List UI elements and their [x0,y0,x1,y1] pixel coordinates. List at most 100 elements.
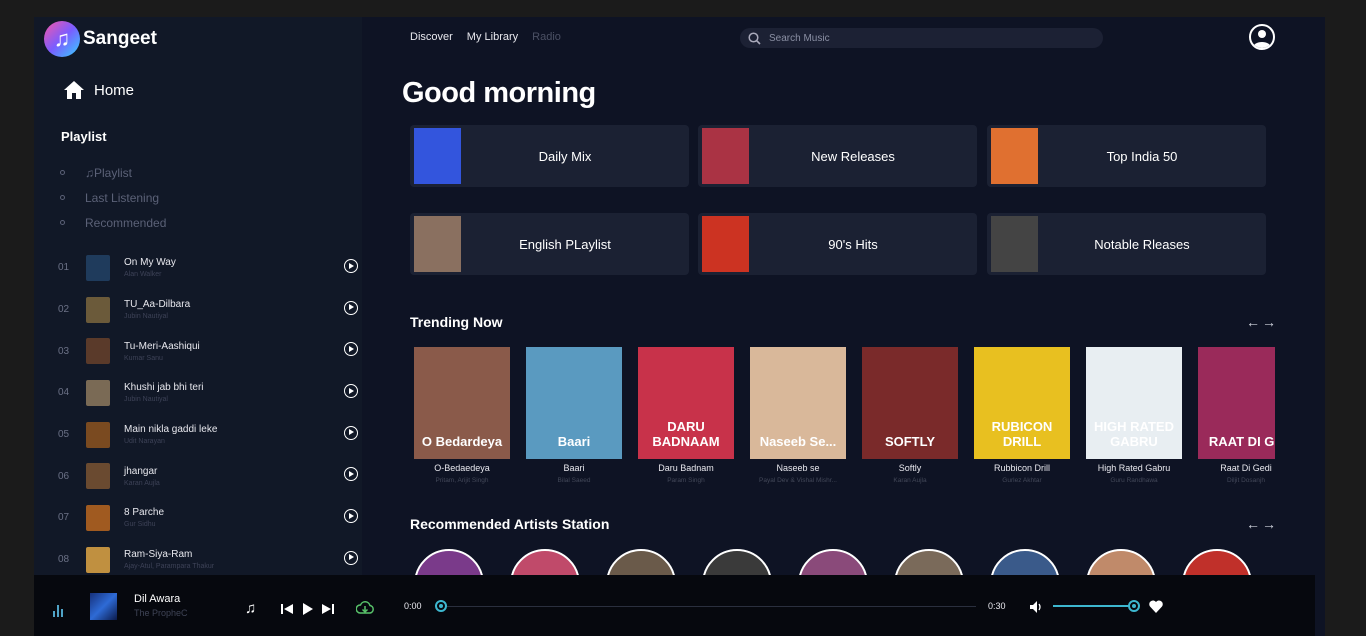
track-name: TU_Aa-Dilbara [124,299,191,311]
arrow-right-icon[interactable]: → [1262,516,1278,532]
volume-knob[interactable] [1128,600,1140,612]
music-logo-icon: ♫ [44,21,80,57]
track-info: 8 Parche Gur Sidhu [124,507,164,528]
seek-knob[interactable] [435,600,447,612]
quick-card[interactable]: Daily Mix [410,125,689,187]
track-name: jhangar [124,465,158,477]
sidebar-item-label: Playlist [94,165,133,180]
play-circle-icon[interactable] [344,425,358,440]
now-playing-cover [90,593,117,620]
album-card[interactable]: HIGH RATED GABRU High Rated Gabru Guru Ran… [1086,347,1182,484]
window-scrollbar[interactable] [1354,17,1366,636]
album-card[interactable]: Naseeb Se... Naseeb se Payal Dev & Vishal … [750,347,846,484]
album-cover: RUBICON DRILL [974,347,1070,459]
nav-my-library[interactable]: My Library [467,31,518,43]
profile-button[interactable] [1249,24,1275,50]
arrow-left-icon[interactable]: ← [1246,314,1262,330]
artist-avatar[interactable] [414,549,484,575]
volume-slider[interactable] [1053,605,1134,607]
album-name: Naseeb se [776,463,820,473]
track-row[interactable]: 06 jhangar Karan Aujla [58,455,358,497]
album-card[interactable]: Baari Baari Bilal Saeed [526,347,622,484]
seek-bar[interactable] [441,606,976,607]
home-link[interactable]: Home [64,81,134,99]
artist-avatar[interactable] [510,549,580,575]
arrow-left-icon[interactable]: ← [1246,516,1262,532]
track-row[interactable]: 03 Tu-Meri-Aashiqui Kumar Sanu [58,330,358,372]
track-artist: Gur Sidhu [124,521,156,529]
quick-card[interactable]: Notable Rleases [987,213,1266,275]
track-row[interactable]: 02 TU_Aa-Dilbara Jubin Nautiyal [58,289,358,331]
quick-card[interactable]: English PLaylist [410,213,689,275]
quick-card[interactable]: Top India 50 [987,125,1266,187]
album-artist: Guru Randhawa [1110,477,1158,484]
album-cover-text: O Bedardeya [421,434,503,449]
search-icon [748,31,761,45]
album-cover-text: RUBICON DRILL [991,419,1053,449]
quick-card[interactable]: 90's Hits [698,213,977,275]
play-circle-icon[interactable] [344,300,358,315]
track-info: On My Way Alan Walker [124,257,176,278]
track-name: Khushi jab bhi teri [124,382,204,394]
album-cover-text: DARU BADNAAM [652,419,720,449]
track-thumbnail [86,338,110,365]
artist-avatar[interactable] [702,549,772,575]
quick-card[interactable]: New Releases [698,125,977,187]
duration-time: 0:30 [988,601,1006,611]
sidebar-item-recommended[interactable]: Recommended [60,210,166,235]
search-input[interactable]: Search Music [740,28,1103,48]
nav-radio[interactable]: Radio [532,31,561,43]
logo[interactable]: ♫ Sangeet [44,21,157,57]
play-circle-icon[interactable] [344,550,358,565]
nav-discover[interactable]: Discover [410,31,453,43]
play-circle-icon[interactable] [344,384,358,399]
artist-avatar[interactable] [606,549,676,575]
album-card[interactable]: SOFTLY Softly Karan Aujla [862,347,958,484]
artist-avatar[interactable] [1086,549,1156,575]
track-info: Khushi jab bhi teri Jubin Nautiyal [124,382,204,403]
now-playing-artist: The PropheC [134,608,188,618]
artist-avatar[interactable] [894,549,964,575]
music-note-button[interactable]: ♫ [245,600,256,617]
quick-card-label: Notable Rleases [1094,236,1190,252]
album-card[interactable]: DARU BADNAAM Daru Badnam Param Singh [638,347,734,484]
track-artist: Jubin Nautiyal [124,396,168,404]
play-circle-icon[interactable] [344,342,358,357]
play-circle-icon[interactable] [344,509,358,524]
volume-icon[interactable] [1030,601,1043,613]
album-card[interactable]: O Bedardeya O-Bedaedeya Pritam, Arijit Sin… [414,347,510,484]
artist-avatar[interactable] [798,549,868,575]
track-number: 03 [58,345,70,357]
download-icon[interactable] [356,600,374,616]
heart-icon[interactable] [1149,600,1163,613]
track-thumbnail [86,421,110,448]
play-circle-icon[interactable] [344,259,358,273]
track-artist: Kumar Sanu [124,354,163,362]
sidebar-item-last-listening[interactable]: Last Listening [60,185,166,210]
track-row[interactable]: 01 On My Way Alan Walker [58,247,358,289]
user-icon [1253,30,1271,48]
album-name: O-Bedaedeya [434,463,490,473]
track-artist: Alan Walker [124,271,162,279]
next-icon[interactable] [322,603,334,615]
artist-avatar[interactable] [1182,549,1252,575]
track-row[interactable]: 07 8 Parche Gur Sidhu [58,497,358,539]
equalizer-icon [53,605,63,617]
track-artist: Udit Narayan [124,438,165,446]
album-cover-text: RAAT DI GE [1208,434,1275,449]
now-playing-title: Dil Awara [134,593,181,605]
track-row[interactable]: 05 Main nikla gaddi leke Udit Narayan [58,414,358,456]
track-number: 04 [58,387,70,399]
sidebar-item-playlist[interactable]: ♫ Playlist [60,160,166,185]
artists-title: Recommended Artists Station [410,516,610,532]
arrow-right-icon[interactable]: → [1262,314,1278,330]
track-row[interactable]: 04 Khushi jab bhi teri Jubin Nautiyal [58,372,358,414]
play-icon[interactable] [302,603,313,615]
quick-card-label: English PLaylist [519,236,611,252]
album-cover-text: Baari [557,434,591,449]
album-card[interactable]: RUBICON DRILL Rubbicon Drill Gurlez Akhtar [974,347,1070,484]
play-circle-icon[interactable] [344,467,358,482]
artist-avatar[interactable] [990,549,1060,575]
album-card[interactable]: RAAT DI GE Raat Di Gedi Diljit Dosanjh [1198,347,1275,484]
previous-icon[interactable] [281,603,293,615]
